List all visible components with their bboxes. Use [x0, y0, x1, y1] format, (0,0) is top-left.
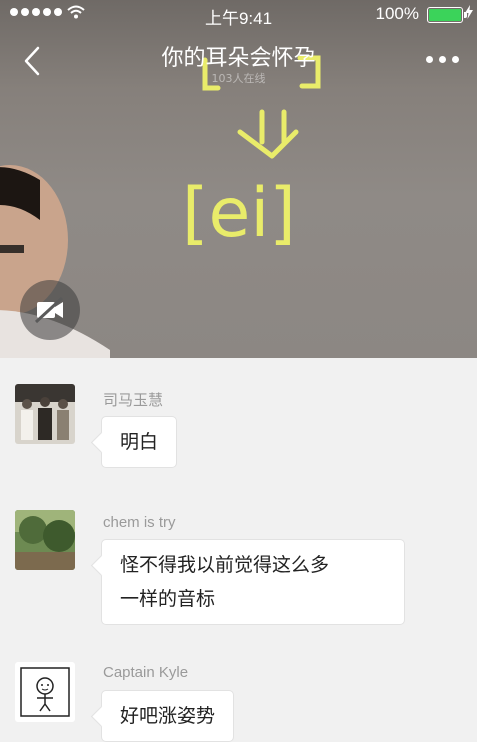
board-phonetic: [ei]: [182, 174, 296, 253]
charging-icon: [465, 5, 473, 19]
page-title: 你的耳朵会怀孕: [161, 46, 316, 71]
battery-icon: [427, 7, 467, 23]
sender-name: 司马玉慧: [103, 392, 164, 409]
avatar[interactable]: [15, 510, 75, 570]
message-bubble[interactable]: 明白: [101, 416, 178, 468]
video-off-icon: [34, 296, 64, 324]
message-text-line: 怪不得我以前觉得这么多: [120, 554, 330, 576]
message-bubble[interactable]: 怪不得我以前觉得这么多 一样的音标: [101, 539, 405, 625]
chat-list[interactable]: 司马玉慧 明白 chem is try 怪不得我以前觉得这么多 一样的音标 Ca…: [0, 358, 477, 742]
battery-percent: 100%: [375, 4, 419, 23]
message-text: 好吧涨姿势: [120, 705, 216, 727]
status-bar: 上午9:41 100%: [0, 0, 477, 28]
message-text: 明白: [120, 431, 159, 453]
sender-name: Captain Kyle: [103, 664, 189, 681]
camera-toggle-button[interactable]: [20, 280, 80, 340]
more-icon[interactable]: [426, 56, 459, 63]
message-text-line: 一样的音标: [120, 588, 216, 610]
avatar[interactable]: [15, 384, 75, 444]
online-count: 103人在线: [211, 72, 266, 85]
message-bubble[interactable]: 好吧涨姿势: [101, 690, 235, 742]
sender-name: chem is try: [103, 514, 176, 531]
avatar[interactable]: [15, 662, 75, 722]
live-video[interactable]: [ei] 上午9:41 100% 你的耳朵会怀孕 103人在线: [0, 0, 477, 358]
